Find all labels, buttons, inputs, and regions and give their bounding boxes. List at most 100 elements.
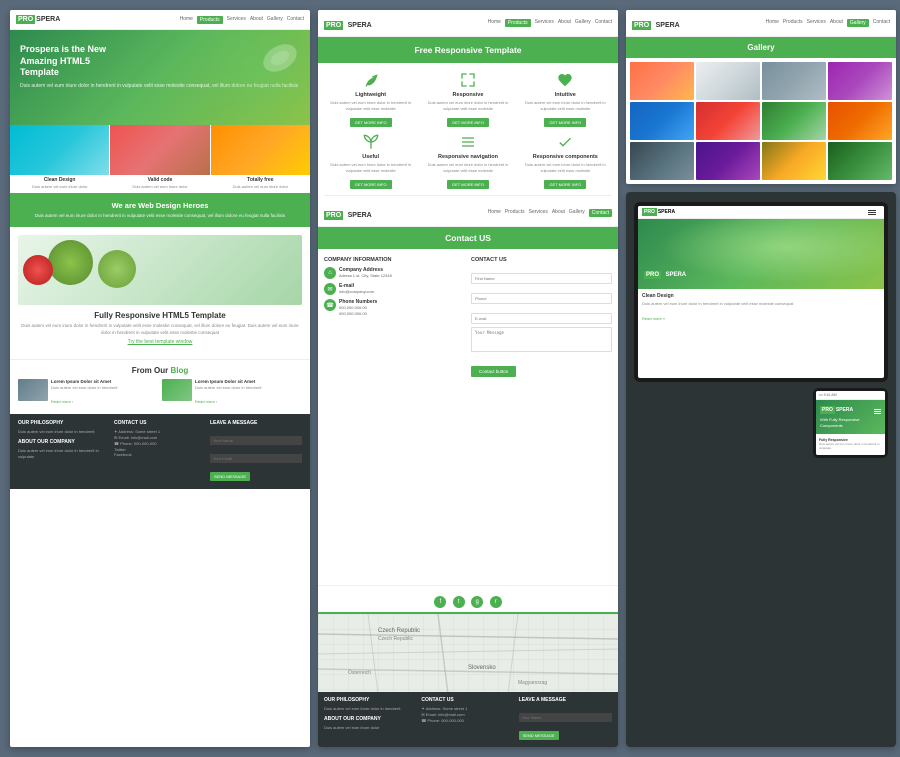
- google-icon[interactable]: g: [471, 596, 483, 608]
- tablet-read-more[interactable]: Read more »: [642, 316, 665, 321]
- gallery-thumb-12[interactable]: [828, 142, 892, 180]
- footer-facebook[interactable]: Facebook: [114, 452, 206, 457]
- col1-nav: PRO SPERA Home Products Services About G…: [10, 10, 310, 30]
- col2-nav-home[interactable]: Home: [488, 19, 501, 27]
- nav-icon: [459, 133, 477, 151]
- gallery-thumb-2[interactable]: [696, 62, 760, 100]
- blog-thumb-2: [162, 379, 192, 401]
- feature-desc-6: Duis autem vel eum iriure dolor in hendr…: [519, 162, 612, 173]
- col3-nav-home[interactable]: Home: [766, 19, 779, 27]
- gallery-thumb-8[interactable]: [828, 102, 892, 140]
- gallery-thumb-3[interactable]: [762, 62, 826, 100]
- phone-brand-pro: PRO: [820, 406, 835, 414]
- footer-philosophy-title: OUR PHILOSOPHY: [18, 420, 110, 426]
- gallery-thumb-7[interactable]: [762, 102, 826, 140]
- thumb-img-3: [211, 125, 310, 175]
- col2-nav2-home[interactable]: Home: [488, 209, 501, 217]
- footer-submit-btn[interactable]: SEND MESSAGE: [210, 472, 250, 481]
- form-message[interactable]: [471, 327, 612, 352]
- feature-btn-1[interactable]: GET MORE INFO: [350, 118, 392, 127]
- phone-hamburger-icon[interactable]: [874, 409, 881, 414]
- feature-btn-4[interactable]: GET MORE INFO: [350, 180, 392, 189]
- footer-philosophy-text: Duis autem vel eum iriure dolor in hendr…: [18, 429, 110, 435]
- nav-link-products[interactable]: Products: [197, 16, 223, 24]
- blog-read-more-1[interactable]: Read more ›: [51, 399, 73, 404]
- green-band-title: We are Web Design Heroes: [20, 201, 300, 210]
- gallery-thumb-4[interactable]: [828, 62, 892, 100]
- try-link[interactable]: Try the best template window: [18, 339, 302, 345]
- col2-logo-pro-2: PRO: [324, 211, 343, 220]
- col2-nav2-about[interactable]: About: [552, 209, 565, 217]
- blog-read-more-2[interactable]: Read more ›: [195, 399, 217, 404]
- contact-form-title: CONTACT US: [471, 257, 612, 263]
- feature-btn-5[interactable]: GET MORE INFO: [447, 180, 489, 189]
- nav-link-about[interactable]: About: [250, 16, 263, 24]
- thumb-item-1: Clean Design Duis autem vel eum iriure d…: [10, 125, 109, 193]
- gallery-thumb-11[interactable]: [762, 142, 826, 180]
- col2-nav-gallery[interactable]: Gallery: [575, 19, 591, 27]
- col2-nav-products[interactable]: Products: [505, 19, 531, 27]
- feature-name-1: Lightweight: [324, 92, 417, 98]
- col3-nav-about[interactable]: About: [830, 19, 843, 27]
- nav-link-contact[interactable]: Contact: [287, 16, 304, 24]
- svg-text:Slovensko: Slovensko: [468, 665, 496, 671]
- tablet-hamburger[interactable]: [868, 210, 876, 215]
- col2-nav2-gallery[interactable]: Gallery: [569, 209, 585, 217]
- footer-email-input[interactable]: [210, 454, 302, 463]
- col2-footer-contact-title: CONTACT US: [421, 697, 514, 703]
- contact-submit-btn[interactable]: Contact button: [471, 366, 516, 377]
- gallery-thumb-6[interactable]: [696, 102, 760, 140]
- col2-nav2-products[interactable]: Products: [505, 209, 525, 217]
- gallery-thumb-9[interactable]: [630, 142, 694, 180]
- feature-lightweight: Lightweight Duis autem vel eum iriure do…: [324, 71, 417, 129]
- thumb-caption-2: Valid code: [148, 175, 173, 184]
- contact-form: CONTACT US Contact button: [471, 257, 612, 577]
- gallery-thumb-10[interactable]: [696, 142, 760, 180]
- hero-text: Prospera is the New Amazing HTML5 Templa…: [20, 44, 300, 90]
- form-email[interactable]: [471, 313, 612, 324]
- col1-nav-links: Home Products Services About Gallery Con…: [180, 16, 304, 24]
- col3-nav-contact[interactable]: Contact: [873, 19, 890, 27]
- form-firstname[interactable]: [471, 273, 612, 284]
- col3-nav-gallery[interactable]: Gallery: [847, 19, 869, 27]
- nav-link-services[interactable]: Services: [227, 16, 246, 24]
- nav-link-home[interactable]: Home: [180, 16, 193, 24]
- twitter-icon[interactable]: t: [453, 596, 465, 608]
- address-icon: ⌂: [324, 267, 336, 279]
- form-phone[interactable]: [471, 293, 612, 304]
- footer-name-input[interactable]: [210, 436, 302, 445]
- col2-footer-submit-btn[interactable]: SEND MESSAGE: [519, 731, 559, 740]
- blog-content-1: Lorem Ipsum Dolor sit Amet Duis autem ve…: [51, 379, 158, 408]
- facebook-icon[interactable]: f: [434, 596, 446, 608]
- blog-post-title-1: Lorem Ipsum Dolor sit Amet: [51, 379, 158, 384]
- feature-btn-3[interactable]: GET MORE INFO: [544, 118, 586, 127]
- col3-nav-services[interactable]: Services: [807, 19, 826, 27]
- phone-brand: PRO SPERA: [820, 406, 853, 414]
- column-1: PRO SPERA Home Products Services About G…: [10, 10, 310, 747]
- gallery-thumb-1[interactable]: [630, 62, 694, 100]
- col2-nav2-services[interactable]: Services: [529, 209, 548, 217]
- col2-nav-services[interactable]: Services: [535, 19, 554, 27]
- col2-nav-about[interactable]: About: [558, 19, 571, 27]
- col3-nav-products[interactable]: Products: [783, 19, 803, 27]
- thumb-item-3: Totally free Duis autem vel eum iriure d…: [211, 125, 310, 193]
- col2-nav2-contact[interactable]: Contact: [589, 209, 612, 217]
- blog-item-2: Lorem Ipsum Dolor sit Amet Duis autem ve…: [162, 379, 302, 408]
- heart-icon: [556, 71, 574, 89]
- col2-nav-contact[interactable]: Contact: [595, 19, 612, 27]
- thumb-row: Clean Design Duis autem vel eum iriure d…: [10, 125, 310, 193]
- nav-link-gallery[interactable]: Gallery: [267, 16, 283, 24]
- phone-screen: ••• 9:41 AM PRO SPERA: [816, 391, 885, 455]
- rss-icon[interactable]: r: [490, 596, 502, 608]
- feature-btn-6[interactable]: GET MORE INFO: [544, 180, 586, 189]
- phone-hero-text: With Fully Responsive Components: [820, 417, 881, 428]
- gallery-thumb-5[interactable]: [630, 102, 694, 140]
- social-strip: f t g r: [318, 585, 618, 612]
- blog-items: Lorem Ipsum Dolor sit Amet Duis autem ve…: [18, 379, 302, 408]
- feature-name-4: Useful: [324, 154, 417, 160]
- strawberry: [23, 255, 53, 285]
- col2-footer-name-input[interactable]: [519, 713, 612, 722]
- column-2: PRO SPERA Home Products Services About G…: [318, 10, 618, 747]
- feature-btn-2[interactable]: GET MORE INFO: [447, 118, 489, 127]
- phone-feature: Fully Responsive Duis autem vel eum iriu…: [816, 434, 885, 455]
